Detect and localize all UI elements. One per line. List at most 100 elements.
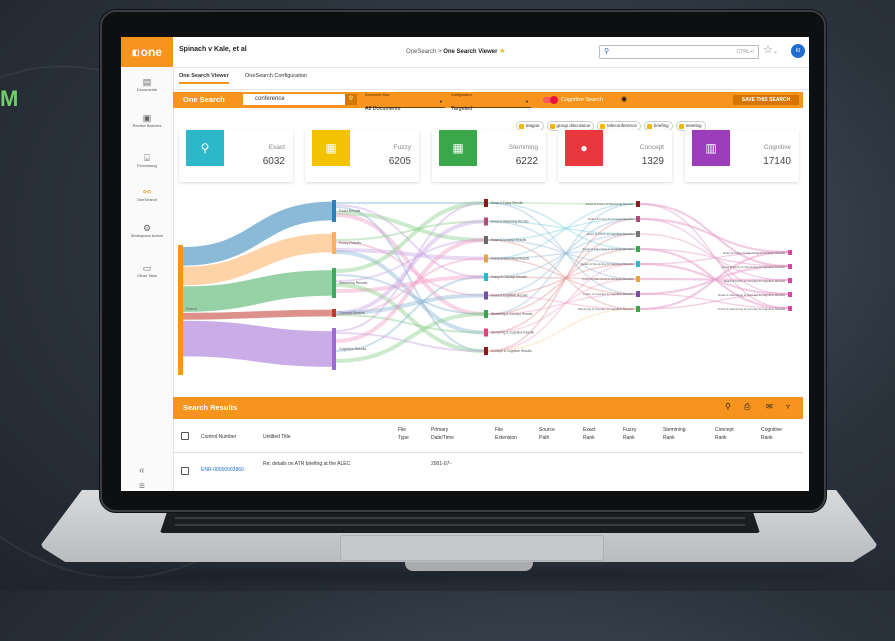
sankey-node[interactable] <box>636 306 640 312</box>
global-search-input[interactable]: ⚲ CTRL+/ <box>599 45 759 59</box>
sankey-flow[interactable] <box>182 309 333 320</box>
sankey-node[interactable] <box>484 291 488 300</box>
results-sankey-diagram[interactable]: Search Exact Results Fuzzy Results Stemming… <box>176 195 806 395</box>
select-all-checkbox[interactable] <box>181 432 189 440</box>
sankey-node[interactable] <box>788 306 792 311</box>
table-row[interactable]: ENR-00000003860 Re: details on ATR brief… <box>173 455 803 491</box>
sidebar-item-workspace-admin[interactable]: ⚙ Workspace Admin <box>121 223 173 238</box>
search-icon: ⚲ <box>186 130 224 166</box>
favorites-star-icon[interactable]: ☆⌄ <box>763 43 778 56</box>
breadcrumb-separator: > <box>438 49 442 55</box>
sankey-node[interactable] <box>636 291 640 297</box>
col-title[interactable]: Untitled Title <box>263 433 291 441</box>
cognitive-search-label: Cognitive Search <box>561 97 603 103</box>
trackpad <box>340 535 604 561</box>
filter-icon[interactable]: ▿ <box>786 402 790 411</box>
sidebar-item-review-batches[interactable]: ▣ Review Batches <box>121 113 173 128</box>
sankey-label: Exact & Concept Results <box>491 238 527 242</box>
query-input[interactable]: conference <box>243 94 347 105</box>
col-cognitive-rank[interactable]: Cognitive Rank <box>761 426 791 442</box>
save-search-button[interactable]: SAVE THIS SEARCH <box>733 95 799 105</box>
sankey-node[interactable] <box>332 309 336 317</box>
card-exact[interactable]: ⚲ Exact 6032 <box>179 130 293 182</box>
sankey-node[interactable] <box>636 276 640 282</box>
col-file-type[interactable]: File Type <box>398 426 416 442</box>
app-screen: ◧ one Spinach v Kale, et al OneSearch > O… <box>121 37 809 491</box>
app-logo[interactable]: ◧ one <box>121 37 173 67</box>
control-number-link[interactable]: ENR-00000003860 <box>201 467 244 473</box>
sankey-node[interactable] <box>484 273 488 281</box>
sankey-node[interactable] <box>332 200 336 222</box>
sidebar-item-processing[interactable]: ⌸ Processing <box>121 153 173 168</box>
sidebar-item-other-tabs[interactable]: ▭ Other Tabs <box>121 263 173 278</box>
user-avatar[interactable]: KI <box>791 44 805 58</box>
sankey-label: Exact & Fuzzy & Stemming & Concept Resul… <box>723 251 786 255</box>
sankey-node[interactable] <box>636 261 640 267</box>
sankey-node[interactable] <box>332 268 336 298</box>
sankey-node[interactable] <box>636 231 640 237</box>
sankey-node[interactable] <box>788 250 792 255</box>
card-fuzzy[interactable]: ▦ Fuzzy 6205 <box>305 130 419 182</box>
email-icon[interactable]: ✉ <box>766 402 773 411</box>
case-title[interactable]: Spinach v Kale, et al <box>179 46 247 53</box>
sankey-node-root[interactable] <box>178 245 183 375</box>
sankey-node[interactable] <box>332 328 336 370</box>
print-icon[interactable]: ⎙ <box>744 402 750 412</box>
sankey-label: Stemming & Concept Results <box>491 312 533 316</box>
col-stemming-rank[interactable]: Stemming Rank <box>663 426 693 442</box>
sankey-node[interactable] <box>484 236 488 244</box>
sankey-node[interactable] <box>332 232 336 254</box>
collapse-sidebar-icon[interactable]: « <box>139 465 145 476</box>
search-shortcut: CTRL+/ <box>736 49 754 55</box>
documents-icon: ▤ <box>142 77 152 87</box>
tab-onesearch-configuration[interactable]: OneSearch Configuration <box>245 73 307 79</box>
sankey-node[interactable] <box>788 292 792 297</box>
col-primary-date[interactable]: Primary Date/Time <box>431 426 467 442</box>
col-file-extension[interactable]: File Extension <box>495 426 517 442</box>
sankey-node[interactable] <box>788 264 792 269</box>
document-view-select[interactable]: Document View All Documents ▼ <box>365 93 445 112</box>
review-batches-icon: ▣ <box>142 113 152 123</box>
card-name: Concept <box>639 144 664 151</box>
col-source-path[interactable]: Source Path <box>539 426 561 442</box>
sankey-node[interactable] <box>484 254 488 263</box>
chevron-down-icon: ▼ <box>525 99 529 104</box>
sankey-node[interactable] <box>484 310 488 318</box>
sankey-flow[interactable] <box>182 320 333 367</box>
menu-icon[interactable]: ≡ <box>139 481 145 491</box>
row-checkbox[interactable] <box>181 467 189 475</box>
sankey-node[interactable] <box>484 199 488 207</box>
col-exact-rank[interactable]: Exact Rank <box>583 426 605 442</box>
sidebar-item-onesearch[interactable]: ⚯ OneSearch <box>121 187 173 202</box>
sidebar-item-documents[interactable]: ▤ Documents <box>121 77 173 92</box>
sankey-node[interactable] <box>788 278 792 283</box>
search-icon[interactable]: ⚲ <box>725 402 731 411</box>
col-fuzzy-rank[interactable]: Fuzzy Rank <box>623 426 645 442</box>
cognitive-search-toggle[interactable] <box>543 96 558 104</box>
favorite-star-icon[interactable]: ★ <box>499 48 505 55</box>
breadcrumb-root[interactable]: OneSearch <box>406 49 436 55</box>
sankey-node[interactable] <box>636 216 640 222</box>
sankey-node[interactable] <box>636 201 640 207</box>
top-bar: ◧ one Spinach v Kale, et al OneSearch > O… <box>121 37 809 68</box>
sankey-label: Exact & Fuzzy & Stemming & Cognitive Res… <box>722 265 786 269</box>
sankey-flow[interactable] <box>182 270 333 312</box>
sankey-node[interactable] <box>636 246 640 252</box>
col-control-number[interactable]: Control Number <box>201 433 236 441</box>
card-concept[interactable]: ● Concept 1329 <box>558 130 672 182</box>
sankey-node[interactable] <box>484 347 488 355</box>
col-concept-rank[interactable]: Concept Rank <box>715 426 743 442</box>
sankey-label: Exact & Cognitive Results <box>491 294 528 298</box>
sankey-node[interactable] <box>484 328 488 337</box>
card-count: 17140 <box>763 156 791 167</box>
sankey-flow[interactable] <box>487 278 637 334</box>
card-count: 6222 <box>515 156 538 167</box>
tab-one-search-viewer[interactable]: One Search Viewer <box>179 73 229 84</box>
document-view-value: All Documents <box>365 106 401 112</box>
configuration-select[interactable]: Configuration Targeted ▼ <box>451 93 531 112</box>
query-search-icon[interactable]: ⚲ <box>345 94 357 105</box>
card-stemming[interactable]: ▦ Stemming 6222 <box>432 130 546 182</box>
card-cognitive[interactable]: ▥ Cognitive 17140 <box>685 130 799 182</box>
sankey-node[interactable] <box>484 217 488 226</box>
eye-icon[interactable]: ◉ <box>621 95 627 103</box>
